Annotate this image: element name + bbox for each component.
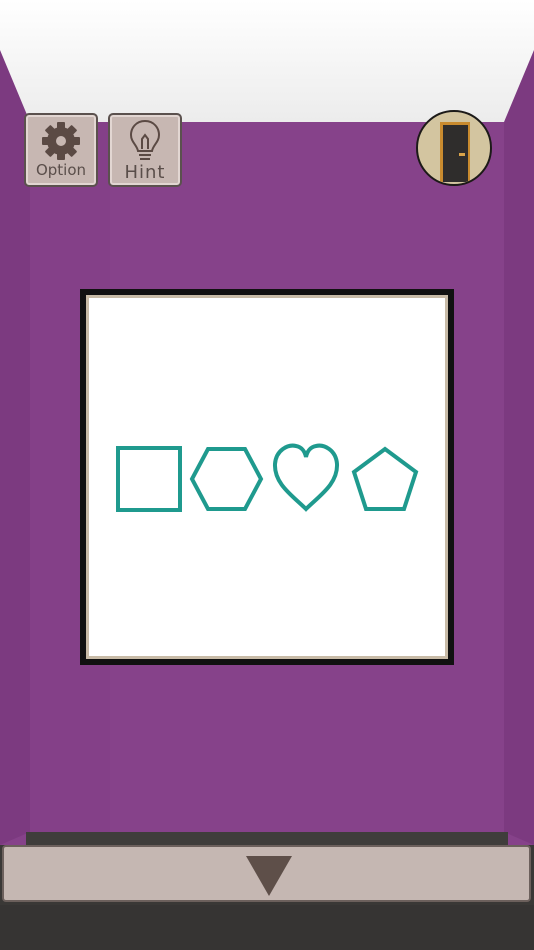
exit-door-button[interactable] [416,110,492,186]
shape-sequence [116,443,419,512]
wall-baseboard [26,832,508,846]
back-navigation-bar[interactable] [2,845,531,902]
door-icon [440,122,470,182]
hexagon-shape [189,447,264,511]
square-shape [116,446,182,512]
ceiling [0,0,534,122]
pentagon-shape [351,446,419,511]
option-button[interactable]: Option [24,113,98,187]
option-label: Option [35,161,87,179]
puzzle-frame[interactable] [80,289,454,665]
puzzle-card [86,295,448,659]
floor [0,905,534,950]
hint-label: Hint [124,162,166,183]
heart-shape [272,443,340,512]
hint-button[interactable]: Hint [108,113,182,187]
down-triangle-icon [246,856,292,896]
